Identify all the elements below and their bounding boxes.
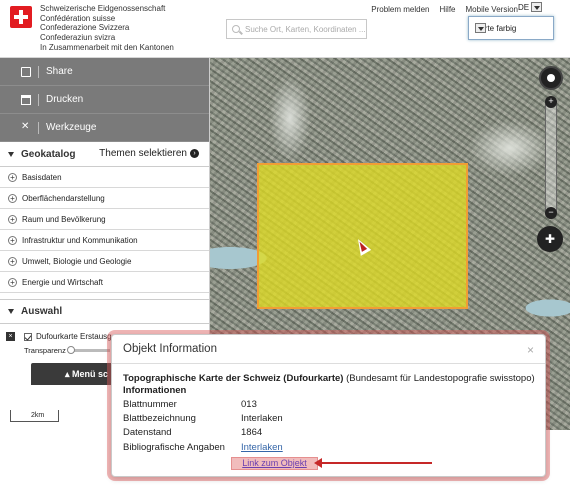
popup-layer-title: Topographische Karte der Schweiz (Dufour… [123, 373, 543, 397]
expand-plus-icon: + [8, 256, 17, 266]
arrow-right-icon: › [190, 149, 199, 158]
mobile-version-link[interactable]: Mobile Version [466, 5, 518, 14]
layer-name: Dufourkarte Erstausg... [36, 332, 119, 341]
object-info-popup: Objekt Information × Topographische Kart… [111, 334, 546, 477]
print-button[interactable]: Drucken [0, 86, 209, 114]
divider [38, 121, 39, 134]
tools-button[interactable]: Werkzeuge [0, 114, 209, 142]
divider [38, 93, 39, 106]
help-link[interactable]: Hilfe [440, 5, 456, 14]
catalog-item-energie[interactable]: + Energie und Wirtschaft [0, 272, 209, 293]
catalog-item-label: Infrastruktur und Kommunikation [22, 235, 138, 245]
share-label: Share [46, 66, 73, 77]
search-icon [232, 25, 240, 33]
transparency-control: Transparenz [24, 346, 110, 355]
catalog-item-label: Oberflächendarstellung [22, 193, 105, 203]
bibliography-link[interactable]: Interlaken [241, 442, 283, 453]
top-links: Problem melden Hilfe Mobile Version [371, 5, 518, 14]
select-themes-link[interactable]: Themen selektieren › [99, 148, 199, 159]
layer-name-bold: Topographische Karte der Schweiz (Dufour… [123, 373, 344, 384]
chevron-down-icon [531, 2, 543, 12]
print-label: Drucken [46, 94, 84, 105]
org-line-rm: Confederaziun svizra [40, 32, 116, 42]
catalog-item-label: Basisdaten [22, 172, 62, 182]
zoom-slider[interactable] [545, 96, 557, 219]
share-button[interactable]: Share [0, 58, 209, 86]
organization-name: Schweizerische Eidgenossenschaft Confédé… [40, 4, 174, 53]
catalog-item-label: Umwelt, Biologie und Geologie [22, 256, 132, 266]
auswahl-title: Auswahl [21, 306, 63, 317]
share-icon [21, 66, 31, 77]
language-select[interactable]: DE [518, 2, 543, 12]
chevron-down-icon [475, 23, 486, 33]
row-key: Blattnummer [123, 399, 177, 410]
link-to-object[interactable]: Link zum Objekt [231, 457, 318, 470]
scale-bar: 2km [10, 410, 59, 422]
row-key: Datenstand [123, 427, 172, 438]
expand-plus-icon: + [8, 172, 17, 182]
background-layer-select[interactable]: Karte farbig [468, 16, 554, 40]
info-label: Informationen [123, 385, 187, 396]
remove-layer-icon[interactable]: × [6, 332, 15, 341]
row-value: Interlaken [241, 413, 283, 424]
tools-icon [21, 121, 31, 133]
collapse-triangle-icon [8, 309, 14, 314]
geokatalog-header[interactable]: Geokatalog Themen selektieren › [0, 142, 209, 167]
expand-plus-icon: + [8, 214, 17, 224]
header: Schweizerische Eidgenossenschaft Confédé… [0, 0, 570, 58]
scale-label: 2km [31, 412, 45, 419]
org-line-de: Schweizerische Eidgenossenschaft [40, 4, 166, 13]
popup-title: Objekt Information [112, 335, 545, 364]
catalog-item-raum[interactable]: + Raum und Bevölkerung [0, 209, 209, 230]
selected-layer-row: × Dufourkarte Erstausg... [6, 332, 118, 341]
print-icon [21, 94, 31, 105]
transparency-label: Transparenz [24, 346, 66, 355]
geokatalog-title: Geokatalog [21, 148, 76, 160]
layer-visibility-checkbox[interactable] [24, 332, 32, 341]
catalog-item-umwelt[interactable]: + Umwelt, Biologie und Geologie [0, 251, 209, 272]
cooperation-text: In Zusammenarbeit mit den Kantonen [40, 43, 174, 52]
expand-plus-icon: + [8, 235, 17, 245]
layer-source: (Bundesamt für Landestopografie swisstop… [343, 373, 535, 384]
search-placeholder: Suche Ort, Karten, Koordinaten ... [245, 25, 366, 34]
compass-icon[interactable] [539, 66, 563, 90]
slider-knob[interactable] [66, 346, 75, 354]
transparency-slider[interactable] [66, 346, 110, 354]
catalog-item-label: Energie und Wirtschaft [22, 277, 103, 287]
row-key: Bibliografische Angaben [123, 442, 225, 453]
close-icon[interactable]: × [527, 343, 534, 357]
row-value: 1864 [241, 427, 263, 438]
select-themes-label: Themen selektieren [99, 148, 187, 159]
catalog-item-oberflaeche[interactable]: + Oberflächendarstellung [0, 188, 209, 209]
org-line-it: Confederazione Svizzera [40, 23, 130, 32]
swiss-flag-logo [10, 6, 32, 28]
switzerland-extent-icon[interactable]: ✚ [537, 226, 563, 252]
search-input[interactable]: Suche Ort, Karten, Koordinaten ... [226, 19, 367, 39]
row-key: Blattbezeichnung [123, 413, 196, 424]
org-line-fr: Confédération suisse [40, 13, 116, 23]
catalog-item-basisdaten[interactable]: + Basisdaten [0, 167, 209, 188]
problem-link[interactable]: Problem melden [371, 5, 429, 14]
divider [38, 65, 39, 78]
row-value: 013 [241, 399, 257, 410]
tools-label: Werkzeuge [46, 122, 97, 133]
auswahl-header[interactable]: Auswahl [0, 299, 209, 324]
expand-plus-icon: + [8, 193, 17, 203]
expand-plus-icon: + [8, 277, 17, 287]
collapse-triangle-icon [8, 151, 14, 157]
annotation-arrow [314, 458, 432, 468]
zoom-in-icon[interactable]: + [545, 96, 557, 108]
catalog-item-infrastruktur[interactable]: + Infrastruktur und Kommunikation [0, 230, 209, 251]
catalog-item-label: Raum und Bevölkerung [22, 214, 106, 224]
language-value: DE [518, 2, 530, 12]
menu-button-label: ▴ Menü sc [65, 369, 109, 379]
zoom-out-icon[interactable]: − [545, 207, 557, 219]
